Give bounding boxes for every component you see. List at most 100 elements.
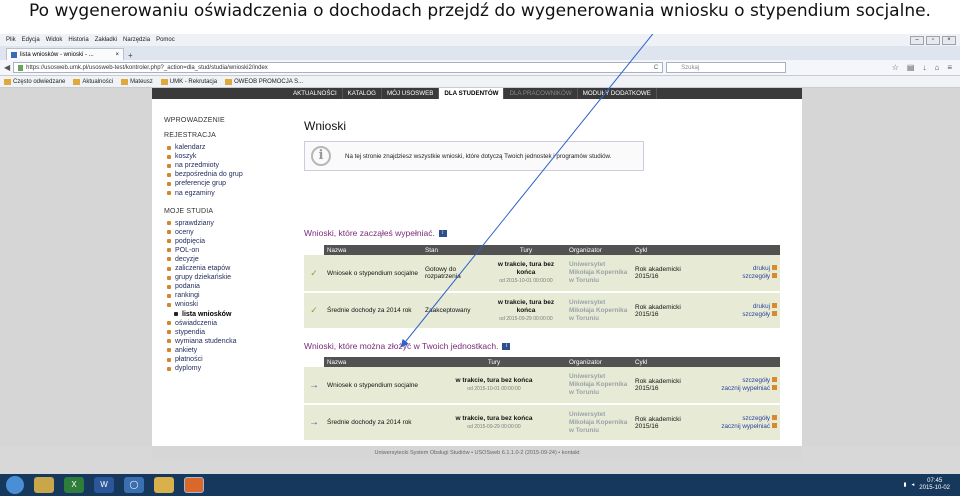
table-header: Nazwa Stan Tury Organizator Cykl — [304, 245, 780, 255]
nav-extra-modules[interactable]: MODUŁY DODATKOWE — [578, 88, 657, 99]
menu-view[interactable]: Widok — [46, 37, 63, 43]
help-icon[interactable]: i — [502, 342, 511, 350]
menu-tools[interactable]: Narzędzia — [123, 37, 150, 43]
navigation-bar: ◀ https://usosweb.umk.pl/usosweb-test/ko… — [0, 60, 960, 76]
sidebar-item[interactable]: dyplomy — [164, 364, 284, 373]
url-bar[interactable]: https://usosweb.umk.pl/usosweb-test/kont… — [13, 62, 664, 73]
bullet-icon — [167, 221, 171, 226]
sidebar-section-registration: REJESTRACJA — [164, 132, 216, 139]
sidebar-item[interactable]: podania — [164, 282, 284, 291]
back-icon[interactable]: ◀ — [4, 63, 10, 72]
download-icon[interactable]: ↓ — [922, 63, 926, 72]
search-input[interactable]: Szukaj — [666, 62, 787, 73]
slide-caption: Po wygenerowaniu oświadczenia o dochodac… — [0, 0, 960, 34]
sidebar-section-my-studies: MOJE STUDIA — [164, 207, 214, 215]
bookmark-oweob[interactable]: OWEOB PROMOCJA S... — [225, 78, 303, 85]
sidebar-item[interactable]: oświadczenia — [164, 319, 284, 328]
bookmark-icon — [73, 78, 81, 85]
menu-help[interactable]: Pomoc — [156, 37, 175, 43]
start-button[interactable] — [6, 476, 24, 494]
firefox-icon[interactable] — [184, 477, 204, 493]
bullet-icon — [167, 145, 171, 150]
print-link[interactable]: drukuj — [753, 265, 777, 272]
new-tab-button[interactable]: + — [128, 51, 133, 60]
home-icon[interactable]: ⌂ — [934, 63, 939, 72]
print-link[interactable]: drukuj — [753, 302, 777, 310]
app-name: Wniosek o stypendium socjalne — [324, 255, 422, 293]
sidebar-item[interactable]: ankiety — [164, 346, 284, 355]
bookmark-mateusz[interactable]: Mateusz — [121, 78, 153, 85]
menu-file[interactable]: Plik — [6, 37, 16, 43]
network-icon[interactable]: ▮ — [904, 482, 907, 488]
bullet-icon — [167, 302, 171, 307]
menu-bookmarks[interactable]: Zakładki — [95, 37, 117, 43]
available-applications-heading: Wnioski, które można złożyć w Twoich jed… — [304, 341, 511, 351]
info-text: Na tej stronie znajdziesz wszystkie wnio… — [345, 152, 612, 160]
sidebar-item[interactable]: wymiana studencka — [164, 337, 284, 346]
sidebar-item[interactable]: na przedmioty — [164, 161, 284, 170]
bullet-icon — [167, 154, 171, 159]
sidebar-item[interactable]: na egzaminy — [164, 188, 284, 197]
tab-close-icon[interactable]: × — [115, 52, 119, 58]
bullet-icon — [167, 348, 171, 353]
menu-edit[interactable]: Edycja — [22, 37, 40, 43]
sidebar-intro[interactable]: WPROWADZENIE — [164, 117, 284, 124]
explorer-icon[interactable] — [34, 477, 54, 493]
close-window-button[interactable]: × — [942, 36, 956, 45]
sidebar-item[interactable]: POL-on — [164, 246, 284, 255]
bullet-icon — [167, 266, 171, 271]
folder-icon[interactable] — [154, 477, 174, 493]
library-icon[interactable]: ▤ — [907, 63, 915, 72]
nav-for-students[interactable]: DLA STUDENTÓW — [439, 88, 505, 99]
sidebar-item[interactable]: rankingi — [164, 291, 284, 300]
volume-icon[interactable]: ◂ — [912, 482, 915, 488]
minimize-button[interactable]: – — [910, 36, 924, 45]
sidebar-item[interactable]: stypendia — [164, 328, 284, 337]
clock[interactable]: 07:45 2015-10-02 — [919, 478, 950, 492]
maximize-button[interactable]: ▫ — [926, 36, 940, 45]
app-cycle: Rok akademicki 2015/16 — [632, 255, 698, 293]
table-row: → Średnie dochody za 2014 rok w trakcie, t… — [304, 404, 780, 442]
sidebar-item[interactable]: decyzje — [164, 255, 284, 264]
browser-tab[interactable]: lista wniosków - wnioski - ... × — [6, 48, 124, 60]
excel-icon[interactable]: X — [64, 477, 84, 493]
nav-for-employees[interactable]: DLA PRACOWNIKÓW — [504, 88, 578, 99]
details-link[interactable]: szczegóły — [742, 414, 777, 422]
start-filling-link[interactable]: zacznij wypełniać — [721, 422, 777, 430]
bookmark-news[interactable]: Aktualności — [73, 78, 113, 85]
sidebar-item[interactable]: płatności — [164, 355, 284, 364]
app-name: Średnie dochody za 2014 rok — [324, 292, 422, 330]
help-icon[interactable]: i — [438, 229, 447, 237]
details-link[interactable]: szczegóły — [742, 377, 777, 384]
sidebar-item[interactable]: bezpośrednia do grup — [164, 170, 284, 179]
details-link[interactable]: szczegóły — [742, 273, 777, 280]
sidebar-item[interactable]: sprawdziany — [164, 219, 284, 228]
reload-icon[interactable]: C — [654, 65, 658, 71]
bullet-icon — [167, 293, 171, 298]
sidebar-item[interactable]: lista wniosków — [164, 310, 284, 319]
bullet-icon — [167, 330, 171, 335]
sidebar-item[interactable]: kalendarz — [164, 143, 284, 152]
nav-my-usosweb[interactable]: MÓJ USOSWEB — [382, 88, 440, 99]
outlook-icon[interactable]: ◯ — [124, 477, 144, 493]
details-link[interactable]: szczegóły — [742, 310, 777, 318]
bullet-icon — [167, 181, 171, 186]
menu-icon[interactable]: ≡ — [947, 63, 952, 72]
bookmark-frequent[interactable]: Często odwiedzane — [4, 78, 65, 85]
print-icon — [772, 265, 777, 270]
sidebar-item[interactable]: grupy dziekańskie — [164, 273, 284, 282]
sidebar-item[interactable]: koszyk — [164, 152, 284, 161]
menu-history[interactable]: Historia — [68, 37, 88, 43]
bullet-icon — [167, 257, 171, 262]
sidebar-item[interactable]: preferencje grup — [164, 179, 284, 188]
sidebar-item[interactable]: zaliczenia etapów — [164, 264, 284, 273]
sidebar-item[interactable]: oceny — [164, 228, 284, 237]
sidebar-item[interactable]: wnioski — [164, 300, 284, 309]
bookmark-umk[interactable]: UMK - Rekrutacja — [160, 78, 217, 85]
sidebar-item[interactable]: podpięcia — [164, 237, 284, 246]
word-icon[interactable]: W — [94, 477, 114, 493]
nav-news[interactable]: AKTUALNOŚCI — [288, 88, 343, 99]
start-filling-link[interactable]: zacznij wypełniać — [721, 385, 777, 392]
star-icon[interactable]: ☆ — [892, 63, 899, 72]
nav-catalog[interactable]: KATALOG — [343, 88, 382, 99]
